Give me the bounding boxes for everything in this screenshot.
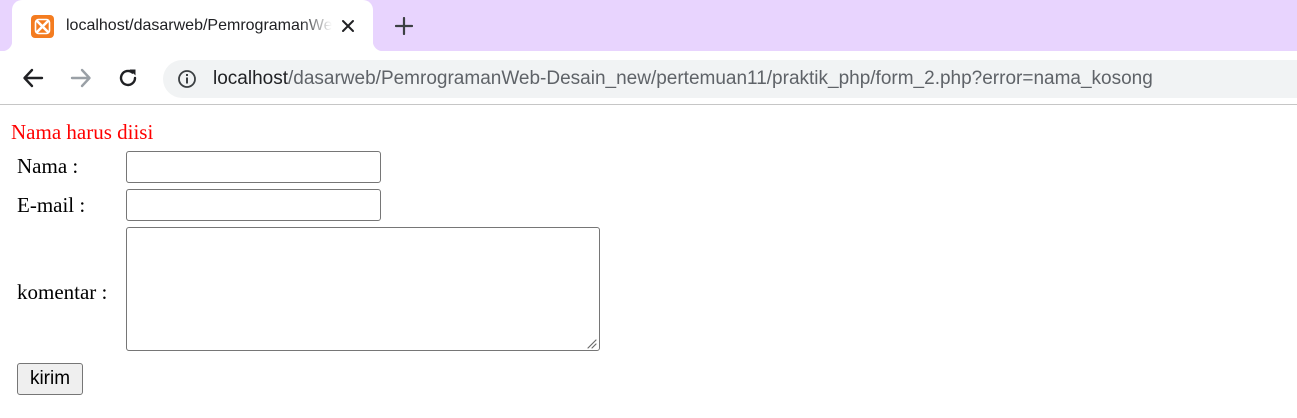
email-input[interactable] (126, 189, 381, 221)
browser-tab[interactable]: localhost/dasarweb/PemrogramanWeb-Desain… (2, 0, 383, 51)
url-text: localhost/dasarweb/PemrogramanWeb-Desain… (213, 60, 1153, 98)
reload-icon[interactable] (114, 64, 142, 92)
kirim-button[interactable]: kirim (17, 363, 83, 395)
komentar-label: komentar : (17, 280, 108, 304)
page-content: Nama harus diisi Nama : E-mail : komenta… (0, 106, 1297, 418)
plus-icon[interactable] (390, 12, 418, 40)
url-host: localhost (213, 68, 288, 89)
arrow-right-icon[interactable] (67, 64, 95, 92)
tab-strip: localhost/dasarweb/PemrogramanWeb-Desain… (0, 0, 1297, 51)
browser-toolbar: localhost/dasarweb/PemrogramanWeb-Desain… (0, 51, 1297, 105)
url-path: /dasarweb/PemrogramanWeb-Desain_new/pert… (288, 68, 1153, 89)
error-message: Nama harus diisi (11, 120, 154, 144)
close-icon[interactable] (335, 13, 361, 39)
info-icon[interactable] (177, 69, 197, 89)
komentar-textarea[interactable] (126, 227, 600, 351)
email-label: E-mail : (17, 193, 86, 217)
xampp-icon (31, 15, 54, 38)
address-bar[interactable]: localhost/dasarweb/PemrogramanWeb-Desain… (163, 60, 1297, 98)
nama-input[interactable] (126, 151, 381, 183)
nama-label: Nama : (17, 154, 79, 178)
arrow-left-icon[interactable] (19, 64, 47, 92)
tab-title: localhost/dasarweb/PemrogramanWeb-Desain… (66, 17, 332, 34)
resize-handle-icon[interactable] (585, 336, 597, 349)
